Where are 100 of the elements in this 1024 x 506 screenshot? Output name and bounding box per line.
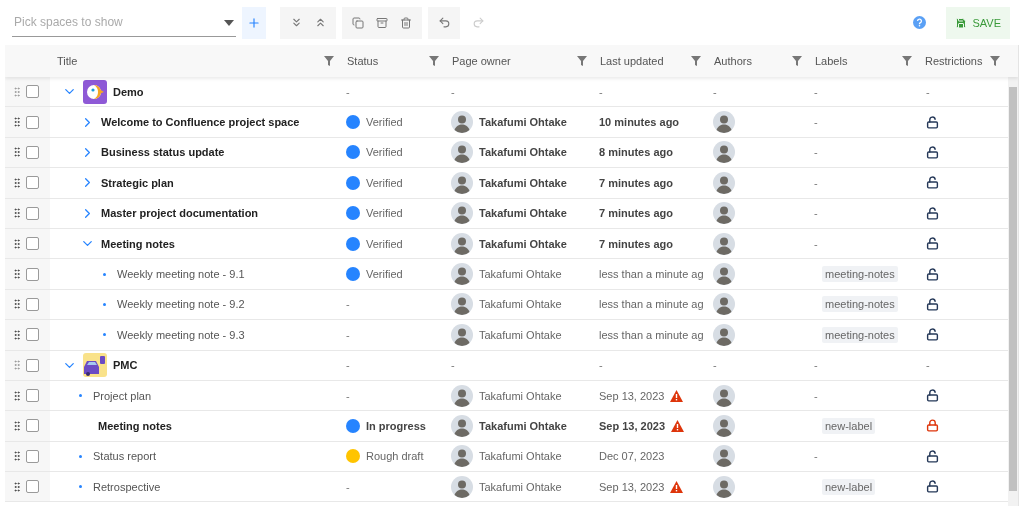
column-header[interactable]: Last updated — [600, 55, 664, 67]
page-title[interactable]: Status report — [93, 450, 156, 463]
unlocked-icon[interactable] — [926, 389, 939, 403]
row-checkbox[interactable] — [26, 145, 39, 159]
page-title[interactable]: Project plan — [93, 389, 152, 402]
drag-handle-icon[interactable] — [11, 389, 23, 402]
page-title[interactable]: Weekly meeting note - 9.2 — [117, 298, 245, 311]
unlocked-icon[interactable] — [926, 176, 939, 190]
label-tag[interactable]: meeting-notes — [822, 296, 898, 313]
avatar-icon — [451, 445, 473, 468]
filter-icon[interactable] — [429, 56, 439, 66]
avatar-icon — [713, 323, 735, 346]
label-tag[interactable]: meeting-notes — [822, 266, 898, 283]
page-title[interactable]: Demo — [113, 85, 144, 98]
drag-handle-icon[interactable] — [11, 480, 23, 493]
filter-icon[interactable] — [691, 56, 701, 66]
avatar-icon — [451, 415, 473, 437]
filter-icon[interactable] — [902, 56, 912, 66]
page-title[interactable]: Weekly meeting note - 9.3 — [117, 328, 245, 341]
row-checkbox[interactable] — [26, 419, 39, 433]
unlocked-icon[interactable] — [926, 480, 939, 494]
unlocked-icon[interactable] — [926, 267, 939, 281]
drag-handle-icon[interactable] — [11, 450, 23, 463]
empty-value: - — [814, 146, 818, 159]
unlocked-icon[interactable] — [926, 449, 939, 463]
avatar-icon — [451, 141, 473, 164]
row-checkbox[interactable] — [26, 297, 39, 311]
page-title[interactable]: Strategic plan — [101, 176, 174, 189]
row-checkbox[interactable] — [26, 480, 39, 494]
unlocked-icon[interactable] — [926, 145, 939, 159]
drag-handle-icon[interactable] — [11, 85, 23, 98]
row-checkbox[interactable] — [26, 237, 39, 251]
filter-icon[interactable] — [324, 56, 334, 66]
avatar-icon — [713, 475, 735, 498]
drag-handle-icon[interactable] — [11, 207, 23, 220]
row-checkbox[interactable] — [26, 176, 39, 190]
lock-icon[interactable] — [926, 419, 939, 433]
empty-value: - — [599, 359, 603, 372]
drag-handle-icon[interactable] — [11, 176, 23, 189]
updated-time: 7 minutes ago — [599, 207, 673, 220]
drag-handle-icon[interactable] — [11, 359, 23, 372]
scrollbar[interactable] — [1008, 77, 1018, 506]
unlocked-icon[interactable] — [926, 115, 939, 129]
empty-value: - — [926, 85, 930, 98]
avatar-icon — [451, 263, 473, 286]
bullet-icon — [103, 302, 106, 306]
add-button[interactable] — [242, 6, 266, 39]
empty-value: - — [814, 176, 818, 189]
row-checkbox[interactable] — [26, 85, 39, 99]
label-tag[interactable]: meeting-notes — [822, 326, 898, 343]
drag-handle-icon[interactable] — [11, 268, 23, 281]
page-title[interactable]: Business status update — [101, 146, 225, 159]
warning-icon — [671, 420, 685, 432]
filter-icon[interactable] — [792, 56, 802, 66]
owner-name: Takafumi Ohtake — [479, 207, 567, 220]
page-title[interactable]: Master project documentation — [101, 207, 259, 220]
label-tag[interactable]: new-label — [822, 478, 876, 495]
row-checkbox[interactable] — [26, 449, 39, 463]
column-header[interactable]: Labels — [815, 55, 848, 67]
empty-value: - — [814, 237, 818, 250]
drag-handle-icon[interactable] — [11, 420, 23, 432]
filter-icon[interactable] — [990, 56, 1000, 66]
drag-handle-icon[interactable] — [11, 146, 23, 159]
warning-icon — [670, 389, 684, 402]
column-header[interactable]: Page owner — [452, 55, 511, 67]
column-header[interactable]: Authors — [714, 55, 752, 67]
trash-icon — [400, 16, 412, 29]
drag-handle-icon[interactable] — [11, 116, 23, 129]
status-text: Verified — [366, 116, 403, 129]
drag-handle-icon[interactable] — [11, 328, 23, 341]
drag-handle-icon[interactable] — [11, 298, 23, 311]
empty-value: - — [814, 207, 818, 220]
filter-icon[interactable] — [577, 56, 587, 66]
empty-value: - — [451, 85, 455, 98]
unlocked-icon[interactable] — [926, 297, 939, 311]
page-title[interactable]: Meeting notes — [98, 420, 172, 432]
space-picker-field[interactable]: Pick spaces to show — [12, 8, 236, 37]
row-checkbox[interactable] — [26, 358, 39, 372]
unlocked-icon[interactable] — [926, 206, 939, 220]
row-checkbox[interactable] — [26, 115, 39, 129]
dropdown-caret-icon[interactable] — [224, 19, 234, 26]
label-tag[interactable]: new-label — [822, 418, 876, 434]
page-title[interactable]: Meeting notes — [101, 237, 175, 250]
row-checkbox[interactable] — [26, 206, 39, 220]
drag-handle-icon[interactable] — [11, 237, 23, 250]
page-title[interactable]: PMC — [113, 359, 138, 372]
unlocked-icon[interactable] — [926, 237, 939, 251]
avatar-icon — [713, 293, 735, 316]
unlocked-icon[interactable] — [926, 328, 939, 342]
column-header[interactable]: Title — [57, 55, 78, 67]
row-checkbox[interactable] — [26, 267, 39, 281]
page-title[interactable]: Welcome to Confluence project space — [101, 116, 300, 129]
updated-time: less than a minute ag — [599, 328, 704, 341]
row-checkbox[interactable] — [26, 328, 39, 342]
help-icon[interactable] — [913, 16, 927, 29]
row-checkbox[interactable] — [26, 389, 39, 403]
page-title[interactable]: Retrospective — [93, 480, 161, 493]
column-header[interactable]: Status — [347, 55, 379, 67]
page-title[interactable]: Weekly meeting note - 9.1 — [117, 268, 245, 281]
column-header[interactable]: Restrictions — [925, 55, 983, 67]
